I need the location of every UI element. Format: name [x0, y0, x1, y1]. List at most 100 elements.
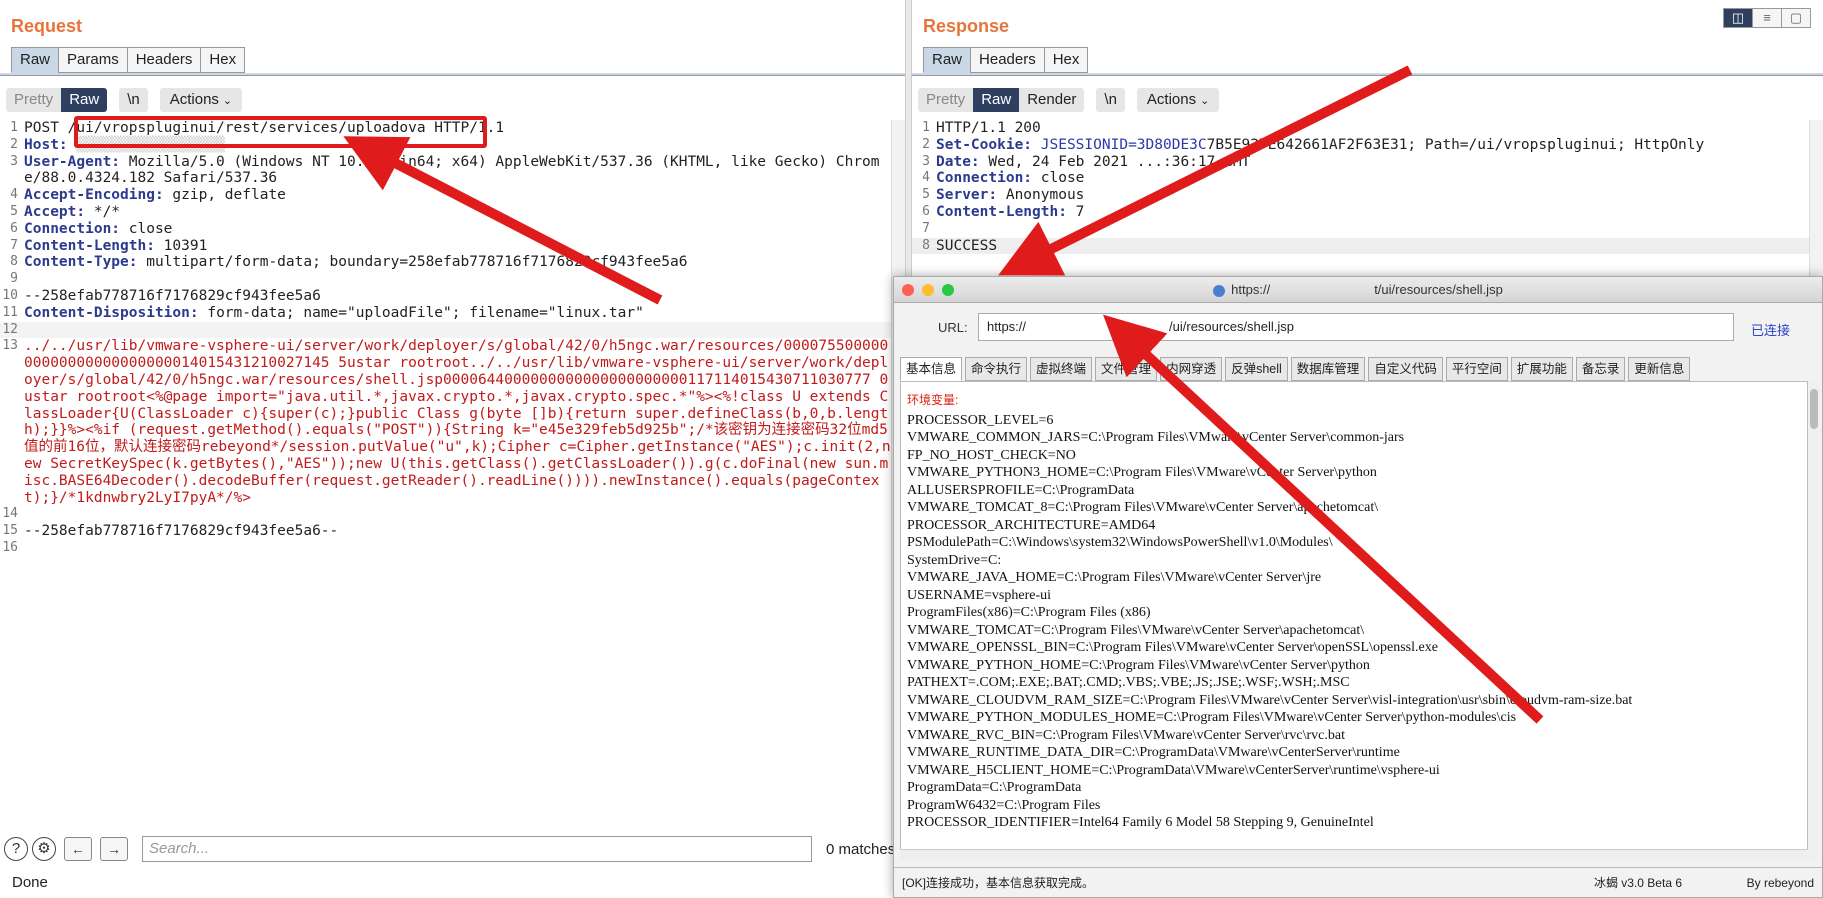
tab-params[interactable]: Params — [58, 47, 128, 73]
tab-raw[interactable]: Raw — [11, 47, 60, 73]
next-match-button[interactable]: → — [100, 837, 128, 861]
code-line: 3 Date: Wed, 24 Feb 2021 ...:36:17 GMT — [912, 154, 1809, 171]
tab-divider — [912, 73, 1823, 76]
line-number: 2 — [10, 136, 18, 152]
code-line: 8 SUCCESS — [912, 237, 1809, 255]
tab-parallel-space[interactable]: 平行空间 — [1445, 357, 1508, 381]
newline-toggle-button[interactable]: \n — [119, 88, 148, 112]
env-entry: ProgramData=C:\ProgramData — [907, 780, 1082, 795]
response-editor[interactable]: 1 HTTP/1.1 200 2 Set-Cookie: JSESSIONID=3D… — [912, 120, 1809, 278]
line-number: 15 — [2, 523, 18, 539]
tab-extensions[interactable]: 扩展功能 — [1510, 357, 1573, 381]
tab-intranet-tunnel[interactable]: 内网穿透 — [1160, 357, 1223, 381]
env-entry: VMWARE_OPENSSL_BIN=C:\Program Files\VMwa… — [907, 640, 1438, 655]
tab-headers[interactable]: Headers — [126, 47, 202, 73]
tab-basic-info[interactable]: 基本信息 — [900, 357, 963, 381]
line-number: 9 — [10, 271, 18, 287]
code-line: 3 User-Agent: Mozilla/5.0 (Windows NT 10.… — [0, 154, 891, 188]
env-entry: PATHEXT=.COM;.EXE;.BAT;.CMD;.VBS;.VBE;.J… — [907, 675, 1350, 690]
tab-hex[interactable]: Hex — [1043, 47, 1089, 73]
header-key: Content-Length: — [936, 203, 1067, 220]
header-key: Server: — [936, 187, 998, 204]
tab-memo[interactable]: 备忘录 — [1575, 357, 1626, 381]
env-entry: VMWARE_PYTHON3_HOME=C:\Program Files\VMw… — [907, 465, 1377, 480]
env-entry: VMWARE_RUNTIME_DATA_DIR=C:\ProgramData\V… — [907, 745, 1400, 760]
env-entry: USERNAME=vsphere-ui — [907, 587, 1051, 603]
tab-file-manager[interactable]: 文件管理 — [1095, 357, 1158, 381]
split-horizontal-icon[interactable]: ◫ — [1723, 8, 1753, 28]
url-highlight-box — [74, 116, 487, 148]
tab-reverse-shell[interactable]: 反弹shell — [1225, 357, 1288, 381]
tab-custom-code[interactable]: 自定义代码 — [1368, 357, 1443, 381]
tab-headers[interactable]: Headers — [970, 47, 1045, 73]
line-number: 8 — [10, 254, 18, 270]
raw-button[interactable]: Raw — [973, 88, 1020, 112]
maximize-icon[interactable] — [942, 284, 954, 296]
raw-button[interactable]: Raw — [61, 88, 108, 112]
line-number: 13 — [2, 338, 18, 354]
header-value: gzip, deflate — [163, 187, 286, 204]
env-entry: ALLUSERSPROFILE=C:\ProgramData — [907, 482, 1135, 498]
chevron-down-icon: ⌄ — [222, 95, 233, 107]
tab-raw[interactable]: Raw — [923, 47, 972, 73]
env-entry: VMWARE_JAVA_HOME=C:\Program Files\VMware… — [907, 570, 1322, 585]
close-icon[interactable] — [902, 284, 914, 296]
actions-label: Actions — [1146, 91, 1197, 108]
request-tabs: Raw Params Headers Hex — [11, 47, 246, 73]
response-scrollbar[interactable] — [1809, 120, 1823, 278]
code-line: 10 --258efab778716f7176829cf943fee5a6 — [0, 288, 891, 305]
pretty-button[interactable]: Pretty — [6, 88, 62, 112]
response-tabs: Raw Headers Hex — [923, 47, 1089, 73]
pretty-button[interactable]: Pretty — [918, 88, 974, 112]
header-value: close — [1032, 170, 1085, 187]
boundary-text: --258efab778716f7176829cf943fee5a6 — [24, 287, 321, 304]
actions-dropdown[interactable]: Actions ⌄ — [159, 88, 243, 112]
header-key: Set-Cookie: — [936, 136, 1033, 153]
line-number: 3 — [922, 153, 930, 169]
header-value: Anonymous — [997, 187, 1085, 204]
code-line: 12 — [0, 321, 891, 339]
scroll-thumb[interactable] — [1810, 389, 1818, 429]
previous-match-button[interactable]: ← — [64, 837, 92, 861]
gear-icon[interactable]: ⚙ — [32, 837, 56, 861]
tab-virtual-terminal[interactable]: 虚拟终端 — [1030, 357, 1093, 381]
code-line: 5 Accept: */* — [0, 204, 891, 221]
help-icon[interactable]: ? — [4, 837, 28, 861]
newline-toggle-button[interactable]: \n — [1096, 88, 1125, 112]
tab-database[interactable]: 数据库管理 — [1290, 357, 1366, 381]
url-field[interactable]: https:// /ui/resources/shell.jsp — [978, 313, 1734, 341]
actions-dropdown[interactable]: Actions ⌄ — [1136, 88, 1220, 112]
behinder-tabs: 基本信息 命令执行 虚拟终端 文件管理 内网穿透 反弹shell 数据库管理 自… — [900, 357, 1693, 381]
tab-command-exec[interactable]: 命令执行 — [965, 357, 1028, 381]
line-number: 4 — [10, 187, 18, 203]
header-key: Accept: — [24, 203, 86, 220]
line-number: 1 — [10, 120, 18, 135]
env-info-panel: 环境变量: PROCESSOR_LEVEL=6 VMWARE_COMMON_JAR… — [900, 381, 1808, 861]
env-hscrollbar[interactable] — [900, 849, 1808, 861]
minimize-icon[interactable] — [922, 284, 934, 296]
request-editor[interactable]: 1 POST /ui/vropspluginui/rest/services/up… — [0, 120, 891, 852]
code-line: 9 — [0, 271, 891, 288]
env-entry: ProgramFiles(x86)=C:\Program Files (x86) — [907, 605, 1151, 620]
search-input[interactable]: Search... — [142, 836, 812, 862]
header-value: Mozilla/5.0 (Windows NT 10.0; Win64; x64… — [24, 153, 880, 187]
header-value: 7 — [1066, 203, 1085, 220]
tabs-layout-icon[interactable]: ▢ — [1781, 8, 1811, 28]
env-label: 环境变量: — [907, 393, 959, 407]
env-scrollbar[interactable] — [1808, 381, 1820, 861]
header-key: Connection: — [936, 170, 1033, 187]
env-entry: ProgramW6432=C:\Program Files — [907, 797, 1101, 813]
header-key: Host: — [24, 136, 68, 153]
render-button[interactable]: Render — [1019, 88, 1085, 112]
tab-updates[interactable]: 更新信息 — [1628, 357, 1691, 381]
status-line: HTTP/1.1 200 — [936, 120, 1041, 136]
tab-hex[interactable]: Hex — [200, 47, 246, 73]
chevron-down-icon: ⌄ — [1200, 95, 1210, 107]
url-label: URL: — [938, 320, 968, 335]
line-number: 14 — [2, 506, 18, 522]
request-panel: Request Raw Params Headers Hex Pretty Ra… — [0, 0, 905, 898]
split-vertical-icon[interactable]: ≡ — [1752, 8, 1782, 28]
code-line: 2 Set-Cookie: JSESSIONID=3D80DE3C7B5E927E… — [912, 137, 1809, 154]
